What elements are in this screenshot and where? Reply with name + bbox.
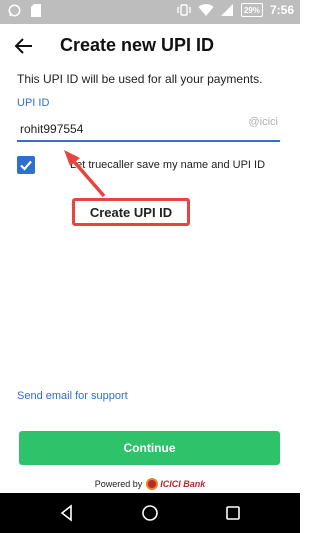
powered-by-text: Powered by — [94, 479, 143, 489]
sd-card-icon — [31, 4, 41, 17]
upi-suffix: @icici — [248, 116, 279, 128]
annotation-label: Create UPI ID — [72, 198, 190, 226]
status-time: 7:56 — [269, 3, 294, 17]
vibrate-icon — [177, 4, 191, 16]
continue-button[interactable]: Continue — [19, 431, 280, 465]
bank-name: ICICI Bank — [160, 479, 206, 489]
send-email-support-link[interactable]: Send email for support — [17, 390, 128, 402]
subtitle-text: This UPI ID will be used for all your pa… — [17, 72, 263, 86]
upi-id-input[interactable] — [20, 122, 220, 136]
arrow-left-icon[interactable] — [12, 34, 36, 58]
battery-icon: 29% — [240, 3, 263, 17]
whatsapp-icon — [8, 4, 21, 17]
status-bar: 29% 7:56 — [0, 0, 300, 24]
wifi-icon — [198, 4, 214, 17]
truecaller-save-checkbox[interactable] — [17, 156, 35, 174]
upi-id-label: UPI ID — [17, 97, 50, 109]
status-left-icons — [8, 4, 41, 17]
powered-by-footer: Powered by ICICI Bank — [0, 478, 300, 490]
icici-logo-icon — [146, 478, 159, 490]
upi-id-field[interactable]: @icici — [17, 116, 280, 142]
checkbox-label: Let truecaller save my name and UPI ID — [70, 159, 266, 171]
app-bar: Create new UPI ID — [0, 24, 300, 68]
system-nav-bar — [0, 493, 300, 533]
signal-icon — [220, 4, 233, 16]
back-triangle-icon[interactable] — [57, 503, 77, 523]
home-circle-icon[interactable] — [140, 503, 160, 523]
recents-square-icon[interactable] — [223, 503, 243, 523]
page-title: Create new UPI ID — [60, 35, 215, 55]
bank-logo: ICICI Bank — [146, 478, 205, 490]
status-right-icons: 29% 7:56 — [177, 3, 294, 17]
